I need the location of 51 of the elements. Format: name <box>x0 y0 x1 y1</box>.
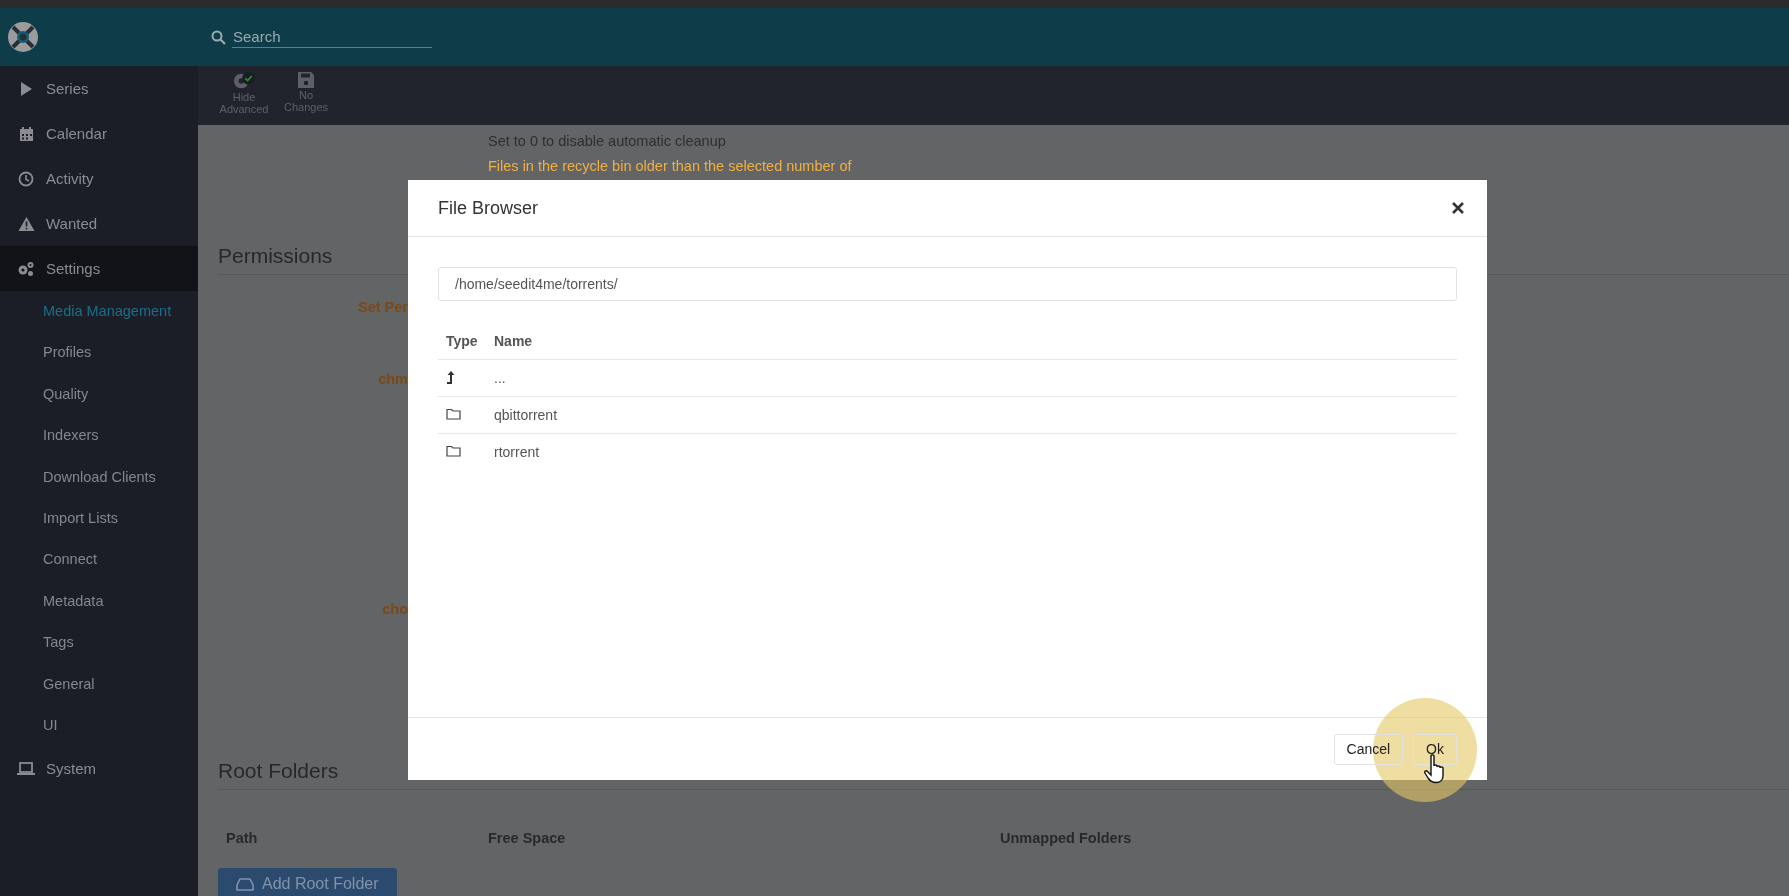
folder-icon <box>446 445 461 457</box>
field-label: Set Per <box>357 299 408 315</box>
logo-icon <box>7 21 39 53</box>
sidebar-subitem[interactable]: Download Clients <box>0 456 198 498</box>
column-header: Free Space <box>488 830 567 846</box>
file-name-cell[interactable]: qbittorrent <box>486 396 1457 434</box>
laptop-icon <box>17 761 35 776</box>
sidebar-subitem[interactable]: Connect <box>0 539 198 581</box>
column-header: Unmapped Folders <box>1000 830 1133 846</box>
folder-icon <box>446 408 461 420</box>
gear-check-icon <box>231 71 257 91</box>
warning-text: Files in the recycle bin older than the selected number of <box>488 158 853 174</box>
sidebar-subitem[interactable]: Profiles <box>0 332 198 374</box>
sidebar-subitem[interactable]: Media Management <box>0 291 198 333</box>
advanced-toggle-button[interactable]: Hide Advanced <box>220 71 268 115</box>
clock-icon <box>18 170 34 187</box>
sidebar-subitem[interactable]: UI <box>0 704 198 747</box>
column-header: Path <box>226 830 259 846</box>
search-icon <box>211 29 226 45</box>
column-header: Type <box>438 323 486 360</box>
file-name-cell[interactable]: ... <box>486 359 1457 397</box>
sidebar-item[interactable]: Calendar <box>0 111 198 156</box>
level-up-arrow-icon <box>446 369 456 384</box>
field-label: chm <box>377 371 408 387</box>
column-header: Name <box>486 323 1457 360</box>
warning-icon <box>17 215 35 232</box>
sidebar-item[interactable]: Activity <box>0 156 198 201</box>
field-label: cho <box>381 601 408 617</box>
gears-icon <box>17 260 35 277</box>
sidebar-subitem[interactable]: Quality <box>0 373 198 416</box>
save-button[interactable]: No Changes <box>282 71 330 115</box>
sidebar-item[interactable]: System <box>0 746 198 792</box>
sidebar-subitem[interactable]: Metadata <box>0 580 198 623</box>
add-root-folder-button[interactable]: Add Root Folder <box>218 868 397 896</box>
sidebar-subitem[interactable]: Tags <box>0 622 198 664</box>
close-button[interactable] <box>1451 201 1465 215</box>
play-icon <box>18 80 34 97</box>
sidebar-item[interactable]: Series <box>0 66 198 111</box>
calendar-icon <box>18 125 34 142</box>
search-field[interactable]: Search <box>232 26 432 48</box>
sidebar-item[interactable]: Settings <box>0 246 198 291</box>
sidebar-item[interactable]: Wanted <box>0 201 198 246</box>
path-field[interactable]: /home/seedit4me/torrents/ <box>438 267 1457 301</box>
sidebar-subitem[interactable]: General <box>0 663 198 705</box>
cancel-button[interactable]: Cancel <box>1333 733 1404 765</box>
sidebar-subitem[interactable]: Indexers <box>0 415 198 457</box>
sidebar-subitem[interactable]: Import Lists <box>0 497 198 540</box>
close-icon <box>1451 201 1465 215</box>
file-name-cell[interactable]: rtorrent <box>486 433 1457 470</box>
dialog-title: File Browser <box>438 197 539 219</box>
drive-icon <box>236 877 254 891</box>
